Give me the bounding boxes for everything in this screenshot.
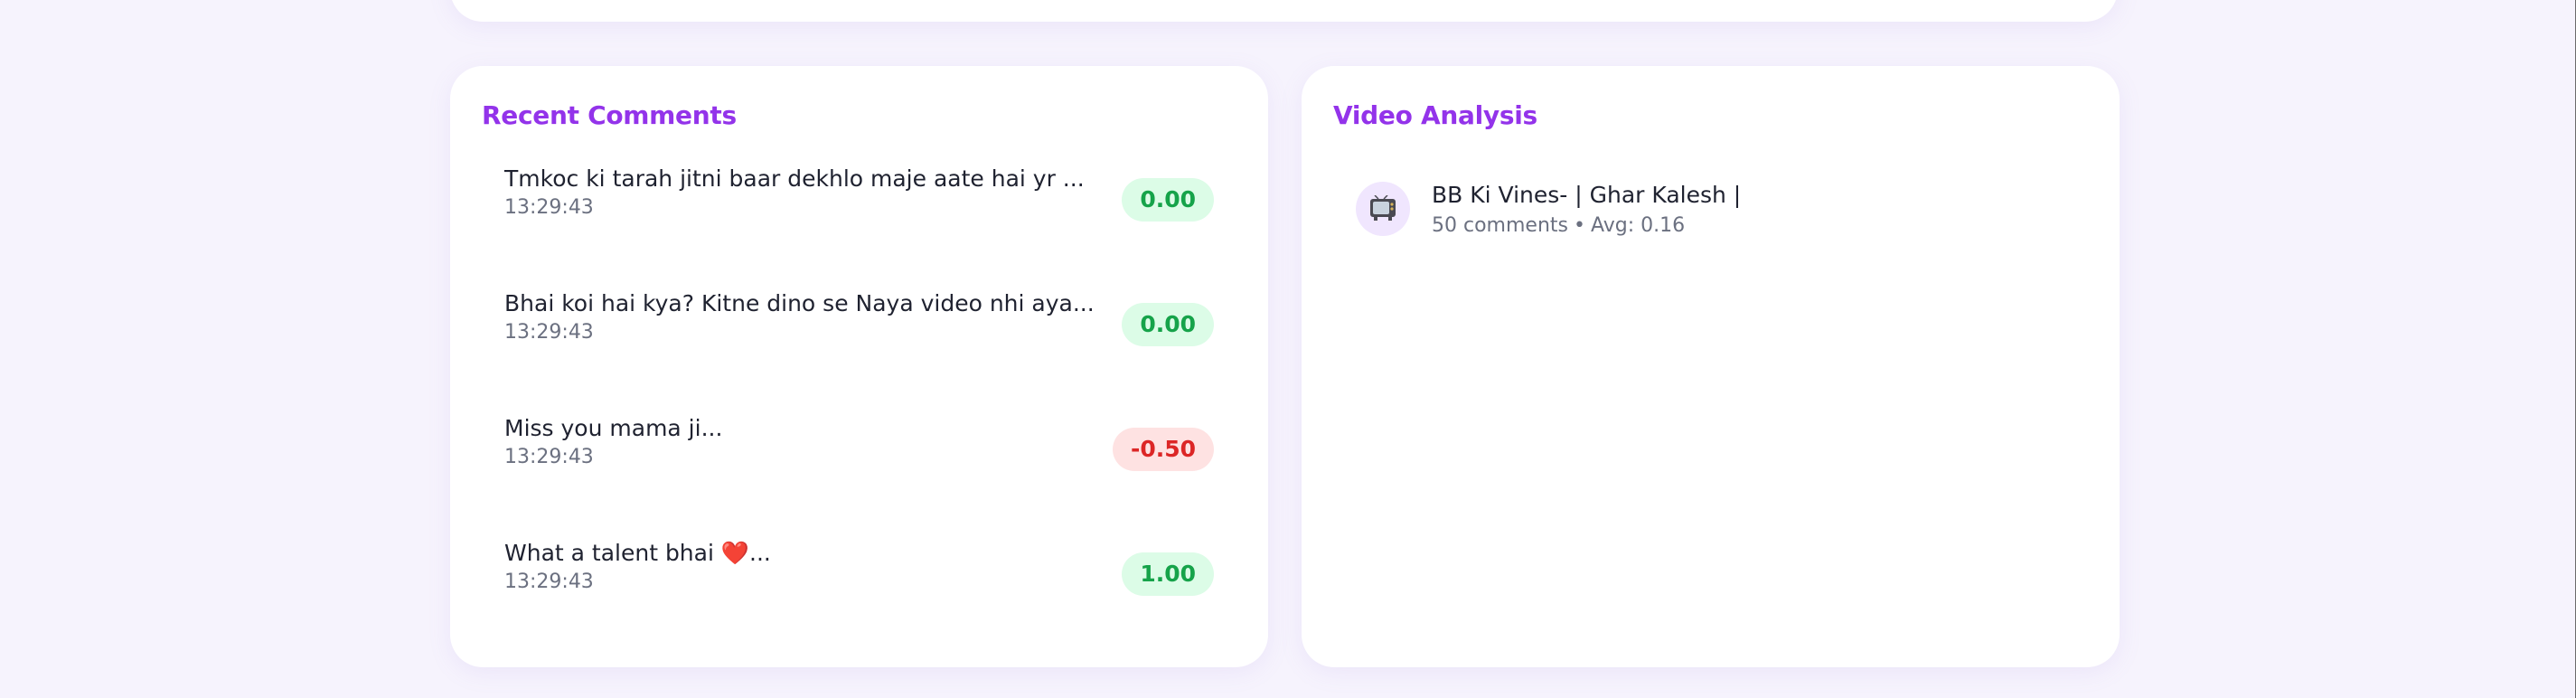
comment-timestamp: 13:29:43 — [504, 196, 594, 219]
comment-timestamp: 13:29:43 — [504, 571, 594, 593]
comment-list: Tmkoc ki tarah jitni baar dekhlo maje aa… — [504, 165, 1214, 665]
tv-icon — [1356, 182, 1410, 236]
meta-separator: • — [1573, 214, 1585, 237]
comment-item[interactable]: Miss you mama ji... 13:29:43 -0.50 — [504, 415, 1214, 540]
comment-item[interactable]: Tmkoc ki tarah jitni baar dekhlo maje aa… — [504, 165, 1214, 290]
video-average-score: Avg: 0.16 — [1590, 214, 1686, 237]
comment-text: Tmkoc ki tarah jitni baar dekhlo maje aa… — [504, 165, 1085, 192]
sentiment-score-badge: -0.50 — [1112, 428, 1214, 471]
video-analysis-title: Video Analysis — [1333, 100, 1537, 130]
comment-text: Miss you mama ji... — [504, 415, 723, 441]
video-title: BB Ki Vines- | Ghar Kalesh | — [1432, 182, 1742, 208]
video-meta: 50 comments • Avg: 0.16 — [1432, 214, 1685, 237]
comment-text: What a talent bhai ❤️... — [504, 540, 771, 566]
video-comment-count: 50 comments — [1432, 214, 1568, 237]
comment-timestamp: 13:29:43 — [504, 321, 594, 344]
recent-comments-card: Recent Comments Tmkoc ki tarah jitni baa… — [450, 66, 1268, 667]
sentiment-score-badge: 0.00 — [1122, 303, 1214, 346]
comment-text: Bhai koi hai kya? Kitne dino se Naya vid… — [504, 290, 1095, 316]
video-analysis-card: Video Analysis BB Ki Vines- | Ghar Kales… — [1302, 66, 2120, 667]
sentiment-score-badge: 1.00 — [1122, 552, 1214, 596]
comment-item[interactable]: What a talent bhai ❤️... 13:29:43 1.00 — [504, 540, 1214, 665]
recent-comments-title: Recent Comments — [482, 100, 737, 130]
previous-card-bottom — [450, 0, 2118, 22]
sentiment-score-badge: 0.00 — [1122, 178, 1214, 222]
comment-item[interactable]: Bhai koi hai kya? Kitne dino se Naya vid… — [504, 290, 1214, 415]
comment-timestamp: 13:29:43 — [504, 446, 594, 468]
video-list-item[interactable]: BB Ki Vines- | Ghar Kalesh | 50 comments… — [1356, 182, 2065, 240]
